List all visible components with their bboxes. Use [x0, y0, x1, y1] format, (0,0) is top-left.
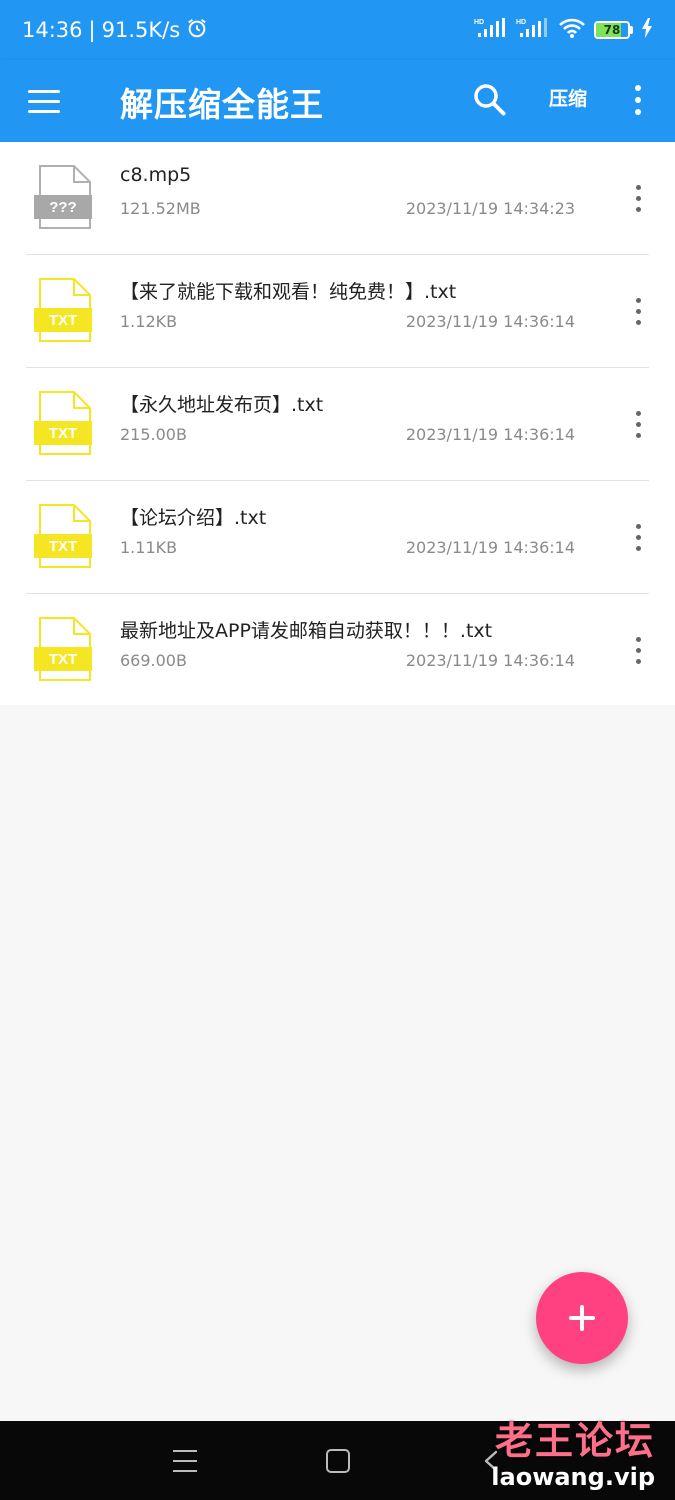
dot: [635, 97, 641, 103]
hamburger-menu-button[interactable]: [28, 82, 66, 120]
file-more-options-button[interactable]: [626, 632, 650, 668]
home-button[interactable]: [326, 1449, 350, 1473]
unknown-file-icon: ???: [34, 164, 94, 232]
txt-file-icon: TXT: [34, 277, 94, 345]
file-type-badge: ???: [49, 198, 77, 216]
back-icon: [484, 1450, 498, 1472]
app-title: 解压缩全能王: [120, 85, 324, 124]
file-row[interactable]: TXT 【永久地址发布页】.txt 215.00B 2023/11/19 14:36:…: [0, 368, 675, 481]
signal-hd-icon: HD: [474, 17, 508, 44]
charging-icon: [641, 17, 653, 43]
dot: [635, 85, 641, 91]
battery-tip: [630, 26, 633, 34]
add-fab-button[interactable]: [536, 1272, 628, 1364]
file-row[interactable]: TXT 【来了就能下载和观看！纯免费！】.txt 1.12KB 2023/11/19 …: [0, 255, 675, 368]
txt-file-icon: TXT: [34, 503, 94, 571]
status-left: 14:36 | 91.5K/s: [22, 17, 208, 44]
file-date: 2023/11/19 14:36:14: [405, 425, 575, 444]
plus-icon: [569, 1305, 595, 1331]
file-name: 【论坛介绍】.txt: [120, 507, 267, 529]
txt-file-icon: TXT: [34, 390, 94, 458]
file-list: ??? c8.mp5 121.52MB 2023/11/19 14:34:23 TXT 【…: [0, 142, 675, 705]
file-name: 最新地址及APP请发邮箱自动获取！！！.txt: [120, 620, 493, 642]
file-more-options-button[interactable]: [626, 406, 650, 442]
system-nav-bar: [0, 1421, 675, 1500]
file-row[interactable]: TXT 最新地址及APP请发邮箱自动获取！！！.txt 669.00B 2023/11…: [0, 594, 675, 707]
file-row[interactable]: ??? c8.mp5 121.52MB 2023/11/19 14:34:23: [0, 142, 675, 255]
file-date: 2023/11/19 14:36:14: [405, 538, 575, 557]
dot: [635, 636, 641, 642]
dot: [635, 421, 641, 427]
dot: [635, 206, 641, 212]
nav-line: [173, 1460, 197, 1462]
file-type-badge: TXT: [48, 537, 78, 555]
nav-line: [173, 1450, 197, 1452]
file-size: 1.12KB: [120, 312, 178, 331]
dot: [635, 523, 641, 529]
search-button[interactable]: [470, 80, 510, 120]
status-separator: |: [88, 18, 96, 42]
dot: [635, 432, 641, 438]
dot: [635, 647, 641, 653]
battery-percent: 78: [603, 23, 621, 37]
dot: [635, 534, 641, 540]
file-size: 121.52MB: [120, 199, 201, 218]
menu-line: [28, 109, 60, 113]
svg-text:HD: HD: [474, 19, 484, 26]
status-right: HD HD 78: [474, 17, 653, 44]
svg-text:HD: HD: [516, 19, 526, 26]
dot: [635, 410, 641, 416]
file-more-options-button[interactable]: [626, 180, 650, 216]
file-size: 669.00B: [120, 651, 187, 670]
dot: [635, 308, 641, 314]
file-size: 215.00B: [120, 425, 187, 444]
signal-hd-icon-2: HD: [516, 17, 550, 44]
file-name: c8.mp5: [120, 164, 192, 186]
dot: [635, 184, 641, 190]
file-date: 2023/11/19 14:36:14: [405, 312, 575, 331]
file-more-options-button[interactable]: [626, 519, 650, 555]
dot: [635, 545, 641, 551]
file-name: 【永久地址发布页】.txt: [120, 394, 324, 416]
txt-file-icon: TXT: [34, 616, 94, 684]
file-type-badge: TXT: [48, 311, 78, 329]
alarm-icon: [186, 17, 208, 44]
back-button[interactable]: [480, 1449, 504, 1473]
menu-line: [28, 89, 60, 93]
file-more-options-button[interactable]: [626, 293, 650, 329]
menu-line: [28, 99, 60, 103]
dot: [635, 297, 641, 303]
file-size: 1.11KB: [120, 538, 178, 557]
dot: [635, 319, 641, 325]
file-type-badge: TXT: [48, 424, 78, 442]
dot: [635, 109, 641, 115]
recent-apps-button[interactable]: [173, 1450, 197, 1472]
wifi-icon: [558, 17, 586, 44]
file-date: 2023/11/19 14:34:23: [405, 199, 575, 218]
file-type-badge: TXT: [48, 650, 78, 668]
status-time: 14:36: [22, 18, 83, 42]
dot: [635, 195, 641, 201]
battery-indicator: 78: [594, 21, 633, 39]
status-bar: 14:36 | 91.5K/s HD HD 78: [0, 0, 675, 60]
compress-button[interactable]: 压缩: [549, 84, 587, 111]
search-icon: [474, 84, 506, 116]
battery-body: 78: [594, 21, 630, 39]
app-bar: 解压缩全能王 压缩: [0, 60, 675, 142]
file-row[interactable]: TXT 【论坛介绍】.txt 1.11KB 2023/11/19 14:36:14: [0, 481, 675, 594]
file-date: 2023/11/19 14:36:14: [405, 651, 575, 670]
file-name: 【来了就能下载和观看！纯免费！】.txt: [120, 281, 457, 303]
nav-line: [173, 1470, 197, 1472]
overflow-menu-button[interactable]: [624, 80, 652, 120]
dot: [635, 658, 641, 664]
status-network-speed: 91.5K/s: [101, 18, 181, 42]
